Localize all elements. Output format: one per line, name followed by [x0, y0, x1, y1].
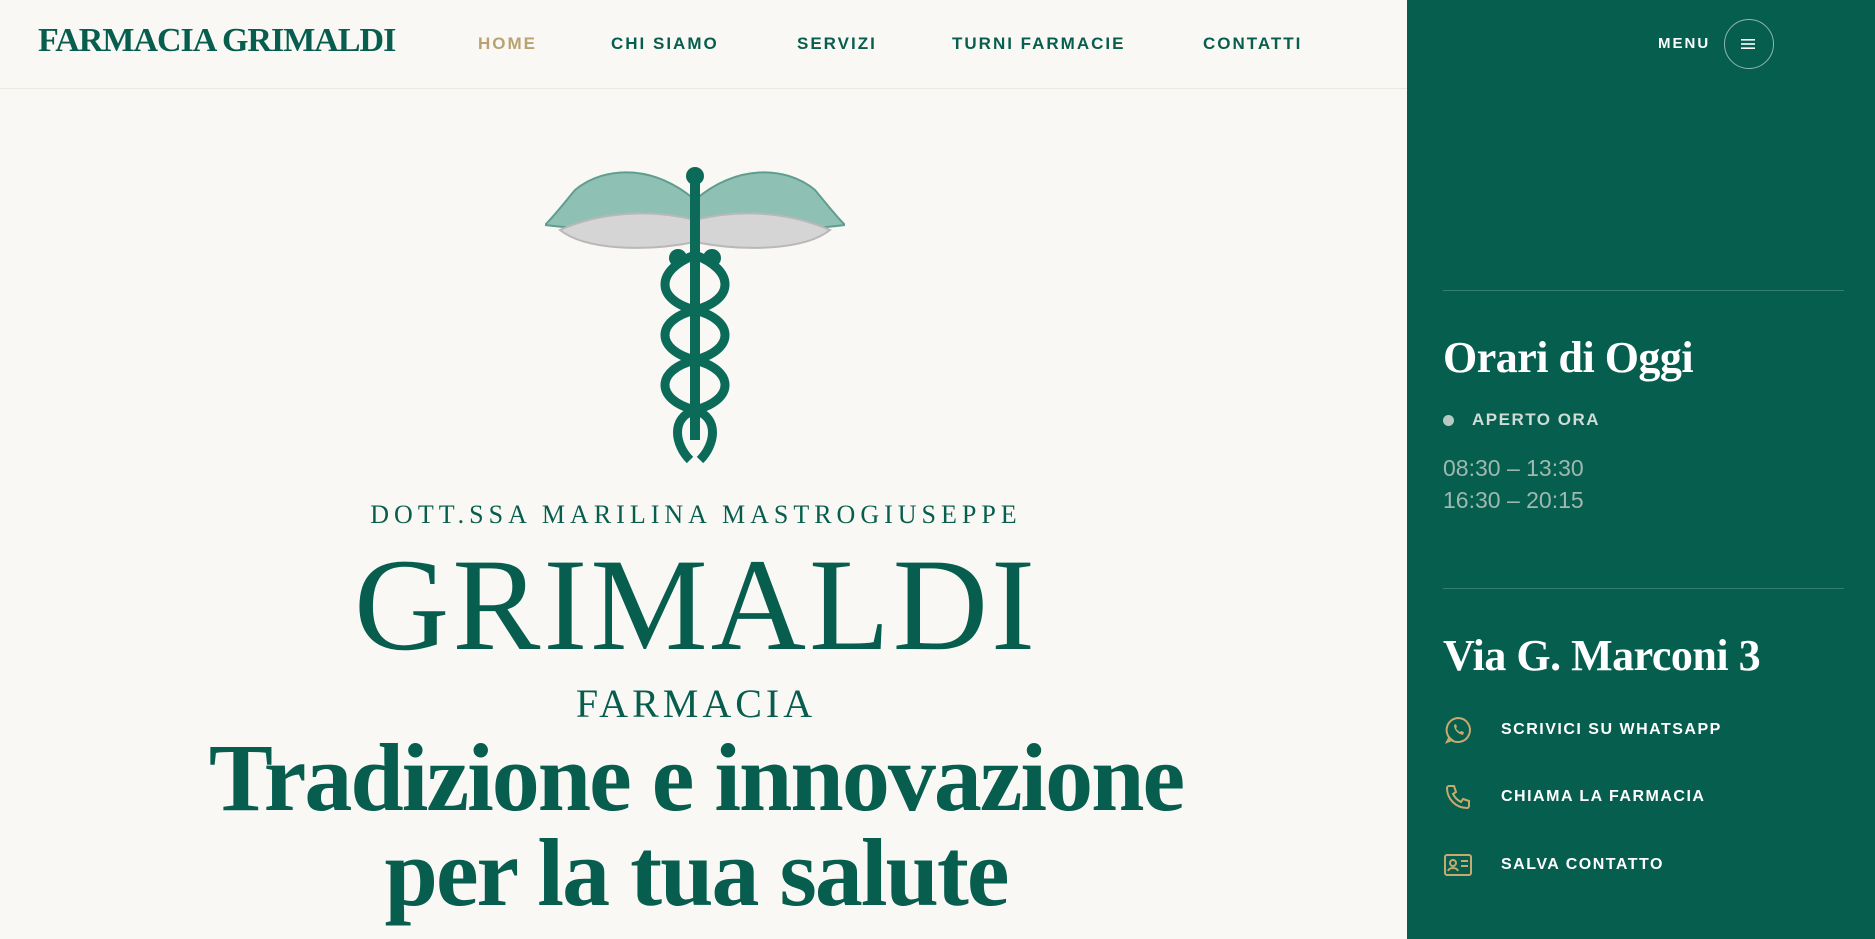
call-label: CHIAMA LA FARMACIA [1501, 788, 1706, 805]
nav-contatti[interactable]: CONTATTI [1203, 34, 1302, 54]
hours-morning: 08:30 – 13:30 [1443, 455, 1584, 481]
menu-label[interactable]: MENU [1658, 35, 1710, 52]
whatsapp-icon [1444, 716, 1471, 744]
divider [1443, 588, 1844, 589]
headline-line-2: per la tua salute [384, 819, 1010, 926]
hours-afternoon: 16:30 – 20:15 [1443, 487, 1584, 513]
nav-turni-farmacie[interactable]: TURNI FARMACIE [952, 34, 1125, 54]
contact-card-icon [1444, 854, 1472, 876]
site-header: FARMACIA GRIMALDI HOME CHI SIAMO SERVIZI… [0, 0, 1407, 89]
hero-name: GRIMALDI [354, 531, 1038, 678]
call-button[interactable]: CHIAMA LA FARMACIA [1443, 782, 1705, 812]
status-dot [1443, 414, 1454, 426]
open-status: APERTO ORA [1443, 410, 1600, 430]
divider [1443, 290, 1844, 291]
whatsapp-label: SCRIVICI SU WHATSAPP [1501, 721, 1722, 738]
doctor-name: DOTT.SSA MARILINA MASTROGIUSEPPE [370, 500, 1022, 529]
address-title: Via G. Marconi 3 [1443, 631, 1761, 680]
phone-icon [1445, 785, 1470, 810]
info-panel: MENU Orari di Oggi APERTO ORA 08:30 – 13… [1407, 0, 1875, 939]
nav-chi-siamo[interactable]: CHI SIAMO [611, 34, 719, 54]
caduceus-icon [545, 167, 845, 464]
status-label: APERTO ORA [1472, 410, 1601, 429]
nav-home[interactable]: HOME [478, 34, 537, 54]
menu-button[interactable] [1724, 19, 1774, 69]
whatsapp-button[interactable]: SCRIVICI SU WHATSAPP [1443, 715, 1722, 745]
hours-title: Orari di Oggi [1443, 333, 1694, 382]
headline-line-1: Tradizione e innovazione [208, 724, 1185, 831]
hero-headline: Tradizione e innovazione per la tua salu… [0, 724, 1392, 926]
save-contact-button[interactable]: SALVA CONTATTO [1443, 850, 1664, 880]
brand-logo-text[interactable]: FARMACIA GRIMALDI [38, 22, 396, 60]
hamburger-icon [1741, 39, 1755, 49]
save-contact-label: SALVA CONTATTO [1501, 856, 1664, 873]
nav-servizi[interactable]: SERVIZI [797, 34, 877, 54]
hero-subtitle: FARMACIA [575, 681, 817, 726]
